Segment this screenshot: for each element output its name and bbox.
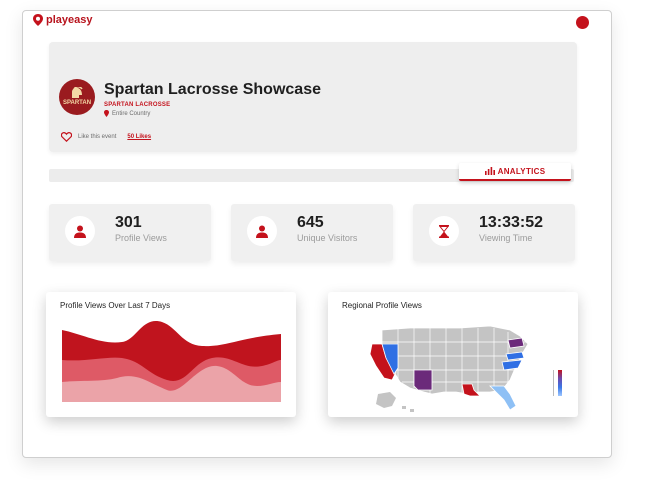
chart-title: Profile Views Over Last 7 Days <box>60 301 171 310</box>
playeasy-logo[interactable]: playeasy <box>33 14 92 26</box>
state-alaska <box>376 392 396 408</box>
us-map <box>369 325 529 412</box>
like-label[interactable]: Like this event <box>78 134 116 140</box>
team-logo-text: SPARTAN <box>62 100 92 107</box>
map-base <box>381 325 529 395</box>
state-new-mexico <box>413 369 433 391</box>
logo-pin-icon <box>33 14 43 26</box>
stat-card-unique-visitors: 645 Unique Visitors <box>231 204 393 261</box>
event-title: Spartan Lacrosse Showcase <box>104 81 321 98</box>
user-icon <box>256 225 268 238</box>
stat-icon-circle <box>65 216 95 246</box>
top-bar: playeasy <box>23 11 611 33</box>
spartan-helmet-icon <box>72 87 83 99</box>
stat-icon-circle <box>429 216 459 246</box>
state-pennsylvania <box>507 337 525 349</box>
tab-analytics-label: ANALYTICS <box>497 166 546 176</box>
stat-value: 645 <box>297 214 324 231</box>
stat-card-profile-views: 301 Profile Views <box>49 204 211 261</box>
likes-count[interactable]: 50 Likes <box>127 134 151 140</box>
like-row: Like this event 50 Likes <box>61 132 151 142</box>
tab-analytics[interactable]: ANALYTICS <box>459 163 571 181</box>
bar-chart-icon <box>484 167 495 175</box>
stat-label: Profile Views <box>115 233 167 243</box>
profile-views-area-chart <box>62 321 281 402</box>
event-header-card: SPARTAN Spartan Lacrosse Showcase SPARTA… <box>49 42 577 152</box>
chart-title: Regional Profile Views <box>342 301 422 310</box>
user-icon <box>74 225 86 238</box>
stat-value: 13:33:52 <box>479 214 544 231</box>
team-logo: SPARTAN <box>59 79 95 115</box>
state-north-carolina <box>501 359 523 371</box>
stat-label: Unique Visitors <box>297 233 358 243</box>
hourglass-icon <box>438 224 450 238</box>
team-name-link[interactable]: SPARTAN LACROSSE <box>104 102 170 108</box>
brand-name: playeasy <box>46 14 93 26</box>
state-hawaii <box>402 406 414 412</box>
map-legend-ticks <box>553 370 556 396</box>
stat-card-viewing-time: 13:33:52 Viewing Time <box>413 204 575 261</box>
state-florida <box>489 385 517 411</box>
stat-icon-circle <box>247 216 277 246</box>
map-legend-gradient <box>558 370 562 396</box>
location-text: Entire Country <box>112 110 151 117</box>
location-pin-icon <box>104 110 109 117</box>
stat-label: Viewing Time <box>479 233 533 243</box>
stat-value: 301 <box>115 214 142 231</box>
record-indicator[interactable] <box>576 16 589 29</box>
event-location: Entire Country <box>104 110 150 117</box>
app-window: playeasy SPARTAN Spartan Lacrosse Showca… <box>22 10 612 458</box>
heart-icon[interactable] <box>61 132 72 142</box>
profile-views-chart-card: Profile Views Over Last 7 Days <box>46 292 296 417</box>
regional-views-card: Regional Profile Views <box>328 292 578 417</box>
